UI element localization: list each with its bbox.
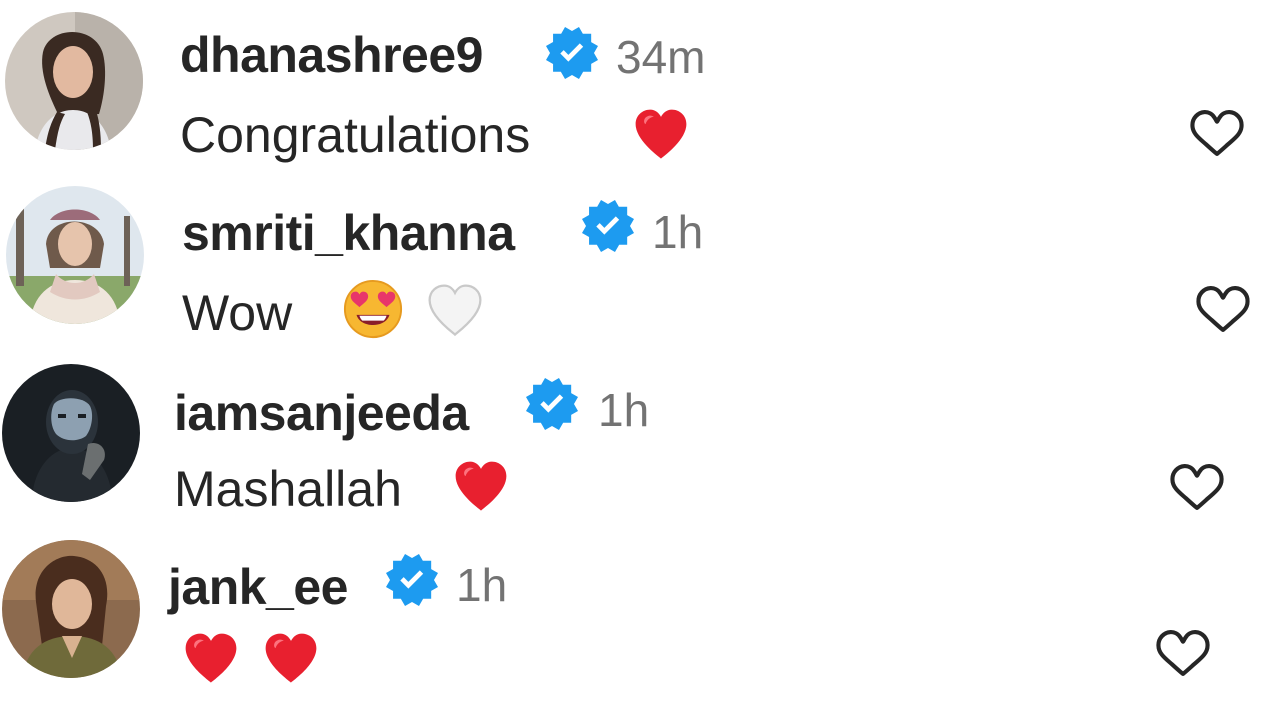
comment-timestamp[interactable]: 1h	[652, 209, 703, 255]
username[interactable]: iamsanjeeda	[174, 388, 469, 438]
red-heart-icon	[180, 630, 242, 688]
comment-text: Wow	[182, 285, 293, 341]
white-heart-icon	[424, 282, 486, 340]
username[interactable]: dhanashree9	[180, 30, 483, 80]
like-button-icon[interactable]	[1182, 102, 1252, 164]
comment-timestamp[interactable]: 34m	[616, 34, 705, 80]
avatar[interactable]	[2, 364, 140, 502]
comment-text: Congratulations	[180, 107, 531, 163]
heart-eyes-face-icon	[342, 278, 404, 340]
username[interactable]: jank_ee	[168, 562, 348, 612]
comment-timestamp[interactable]: 1h	[456, 562, 507, 608]
comment-item: smriti_khanna 1h Wow	[0, 176, 1280, 352]
comment-item: jank_ee 1h	[0, 530, 1280, 706]
like-button-icon[interactable]	[1162, 456, 1232, 518]
comment-item: iamsanjeeda 1h Mashallah	[0, 354, 1280, 530]
avatar[interactable]	[2, 540, 140, 678]
like-button-icon[interactable]	[1188, 278, 1258, 340]
comment-text: Mashallah	[174, 461, 402, 517]
verified-badge-icon	[526, 378, 578, 430]
avatar[interactable]	[5, 12, 143, 150]
verified-badge-icon	[582, 200, 634, 252]
comment-item: dhanashree9 34m Congratulations	[0, 0, 1280, 176]
comment-timestamp[interactable]: 1h	[598, 387, 649, 433]
like-button-icon[interactable]	[1148, 622, 1218, 684]
avatar[interactable]	[6, 186, 144, 324]
verified-badge-icon	[546, 27, 598, 79]
red-heart-icon	[450, 458, 512, 516]
red-heart-icon	[630, 106, 692, 164]
verified-badge-icon	[386, 554, 438, 606]
red-heart-icon	[260, 630, 322, 688]
username[interactable]: smriti_khanna	[182, 208, 515, 258]
